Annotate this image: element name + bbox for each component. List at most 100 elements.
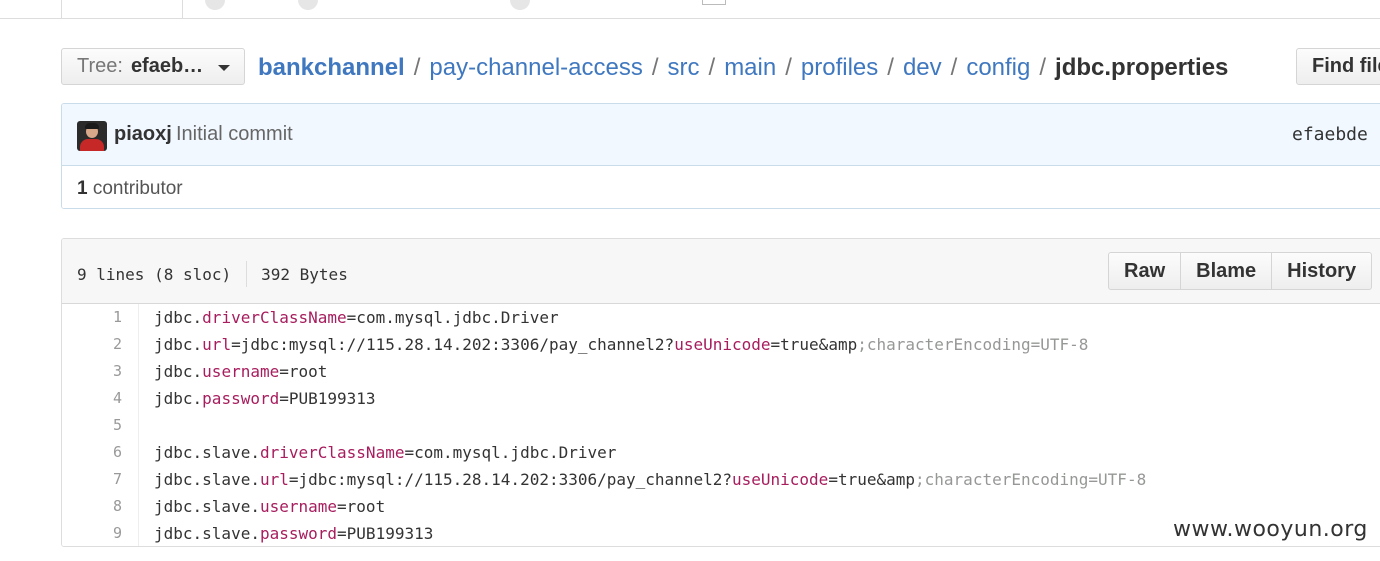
line-content: jdbc.slave.password=PUB199313 xyxy=(154,520,434,546)
code-token: =true&amp xyxy=(770,335,858,354)
watermark-text: www.wooyun.org xyxy=(1173,517,1368,542)
code-line: 7 jdbc.slave.url=jdbc:mysql://115.28.14.2… xyxy=(62,466,1380,493)
line-number[interactable]: 8 xyxy=(62,493,122,520)
tab-pull-requests-icon[interactable] xyxy=(298,0,318,10)
code-token: =com.mysql.jdbc.Driver xyxy=(404,443,617,462)
file-header: 9 lines (8 sloc) 392 Bytes Raw Blame His… xyxy=(62,239,1380,304)
blame-button[interactable]: Blame xyxy=(1180,252,1273,290)
breadcrumb-current-file: jdbc.properties xyxy=(1055,54,1229,81)
file-info: 9 lines (8 sloc) 392 Bytes xyxy=(77,261,348,287)
property-key-token: useUnicode xyxy=(674,335,771,354)
code-token: jdbc. xyxy=(154,389,203,408)
line-content: jdbc.url=jdbc:mysql://115.28.14.202:3306… xyxy=(154,331,1088,358)
line-content: jdbc.slave.username=root xyxy=(154,493,385,520)
code-token: =com.mysql.jdbc.Driver xyxy=(346,308,559,327)
file-line-count: 9 lines (8 sloc) xyxy=(77,264,232,284)
tree-ref-value: efaeb… xyxy=(130,55,204,77)
code-token: jdbc. xyxy=(154,335,203,354)
code-line: 1 jdbc.driverClassName=com.mysql.jdbc.Dri… xyxy=(62,304,1380,331)
property-key-token: username xyxy=(259,497,338,516)
line-number[interactable]: 9 xyxy=(62,520,122,546)
raw-button[interactable]: Raw xyxy=(1108,252,1182,290)
property-key-token: driverClassName xyxy=(259,443,405,462)
contributors-row: 1 contributor xyxy=(62,166,1380,208)
comment-token: ;characterEncoding=UTF-8 xyxy=(857,335,1089,354)
code-token: =PUB199313 xyxy=(279,389,376,408)
code-line: 5 xyxy=(62,412,1380,439)
line-number[interactable]: 1 xyxy=(62,304,122,331)
branch-tree-selector[interactable]: Tree: efaeb… xyxy=(61,48,245,85)
property-key-token: useUnicode xyxy=(731,470,829,489)
code-line: 4 jdbc.password=PUB199313 xyxy=(62,385,1380,412)
code-line: 3 jdbc.username=root xyxy=(62,358,1380,385)
breadcrumb-separator: / xyxy=(785,54,792,81)
property-key-token: url xyxy=(202,335,232,354)
line-content: jdbc.slave.driverClassName=com.mysql.jdb… xyxy=(154,439,616,466)
avatar[interactable] xyxy=(77,121,107,151)
tab-wiki-icon[interactable] xyxy=(510,0,530,10)
property-key-token: username xyxy=(202,362,280,381)
line-number[interactable]: 5 xyxy=(62,412,122,439)
line-number[interactable]: 4 xyxy=(62,385,122,412)
breadcrumb-separator: / xyxy=(708,54,716,81)
file-actions-button-group: Raw Blame History xyxy=(1108,252,1373,290)
breadcrumb-separator: / xyxy=(1039,54,1047,81)
find-file-button[interactable]: Find file xyxy=(1296,48,1380,85)
breadcrumb-separator: / xyxy=(887,54,894,81)
breadcrumb-item-profiles[interactable]: profiles xyxy=(801,54,878,82)
code-token: jdbc. xyxy=(154,362,203,381)
code-token: =PUB199313 xyxy=(337,524,434,543)
chevron-down-icon xyxy=(218,65,230,71)
line-content: jdbc.slave.url=jdbc:mysql://115.28.14.20… xyxy=(154,466,1146,493)
line-number[interactable]: 2 xyxy=(62,331,122,358)
breadcrumb: bankchannel / pay-channel-access / src /… xyxy=(258,53,1228,83)
code-token: jdbc. xyxy=(154,308,203,327)
breadcrumb-item-main[interactable]: main xyxy=(724,54,776,82)
code-token: jdbc.slave. xyxy=(154,470,260,489)
contributor-count: 1 xyxy=(77,178,88,199)
code-token: =jdbc:mysql://115.28.14.202:3306/pay_cha… xyxy=(288,470,732,489)
code-token: =root xyxy=(337,497,386,516)
latest-commit-row: piaoxj Initial commit efaebde c xyxy=(62,104,1380,166)
tab-pulse-icon[interactable] xyxy=(702,0,726,5)
property-key-token: password xyxy=(259,524,338,543)
breadcrumb-repo-root[interactable]: bankchannel xyxy=(258,54,405,82)
line-number[interactable]: 7 xyxy=(62,466,122,493)
code-token: jdbc.slave. xyxy=(154,497,260,516)
file-info-divider xyxy=(246,261,248,287)
line-content: jdbc.password=PUB199313 xyxy=(154,385,376,412)
code-blob: 1 jdbc.driverClassName=com.mysql.jdbc.Dri… xyxy=(62,304,1380,546)
property-key-token: url xyxy=(259,470,289,489)
property-key-token: driverClassName xyxy=(202,308,347,327)
breadcrumb-item-src[interactable]: src xyxy=(668,54,700,82)
code-token: =true&amp xyxy=(828,470,916,489)
tree-label: Tree: xyxy=(77,55,123,77)
repo-tab-strip xyxy=(0,0,1380,19)
active-repo-tab[interactable] xyxy=(61,0,183,18)
code-line: 6 jdbc.slave.driverClassName=com.mysql.jd… xyxy=(62,439,1380,466)
commit-tease: piaoxj Initial commit efaebde c 1 contri… xyxy=(61,103,1380,209)
commit-sha-link[interactable]: efaebde c xyxy=(1292,124,1380,145)
commit-message-link[interactable]: Initial commit xyxy=(176,123,293,146)
breadcrumb-item-config[interactable]: config xyxy=(966,54,1030,82)
comment-token: ;characterEncoding=UTF-8 xyxy=(915,470,1147,489)
code-token: =jdbc:mysql://115.28.14.202:3306/pay_cha… xyxy=(231,335,675,354)
code-token: =root xyxy=(279,362,328,381)
tab-issues-icon[interactable] xyxy=(205,0,225,10)
contributors-link[interactable]: 1 contributor xyxy=(77,178,183,200)
code-token: jdbc.slave. xyxy=(154,524,260,543)
code-token: jdbc.slave. xyxy=(154,443,260,462)
line-number[interactable]: 6 xyxy=(62,439,122,466)
file-box: 9 lines (8 sloc) 392 Bytes Raw Blame His… xyxy=(61,238,1380,547)
file-view-page: Tree: efaeb… bankchannel / pay-channel-a… xyxy=(0,0,1380,561)
property-key-token: password xyxy=(202,389,280,408)
line-content: jdbc.username=root xyxy=(154,358,327,385)
history-button[interactable]: History xyxy=(1271,252,1373,290)
line-number[interactable]: 3 xyxy=(62,358,122,385)
commit-author-link[interactable]: piaoxj xyxy=(114,123,172,146)
breadcrumb-separator: / xyxy=(651,54,659,81)
breadcrumb-separator: / xyxy=(950,54,958,81)
breadcrumb-item-pay-channel-access[interactable]: pay-channel-access xyxy=(429,54,642,82)
code-line: 8 jdbc.slave.username=root xyxy=(62,493,1380,520)
breadcrumb-item-dev[interactable]: dev xyxy=(903,54,942,82)
